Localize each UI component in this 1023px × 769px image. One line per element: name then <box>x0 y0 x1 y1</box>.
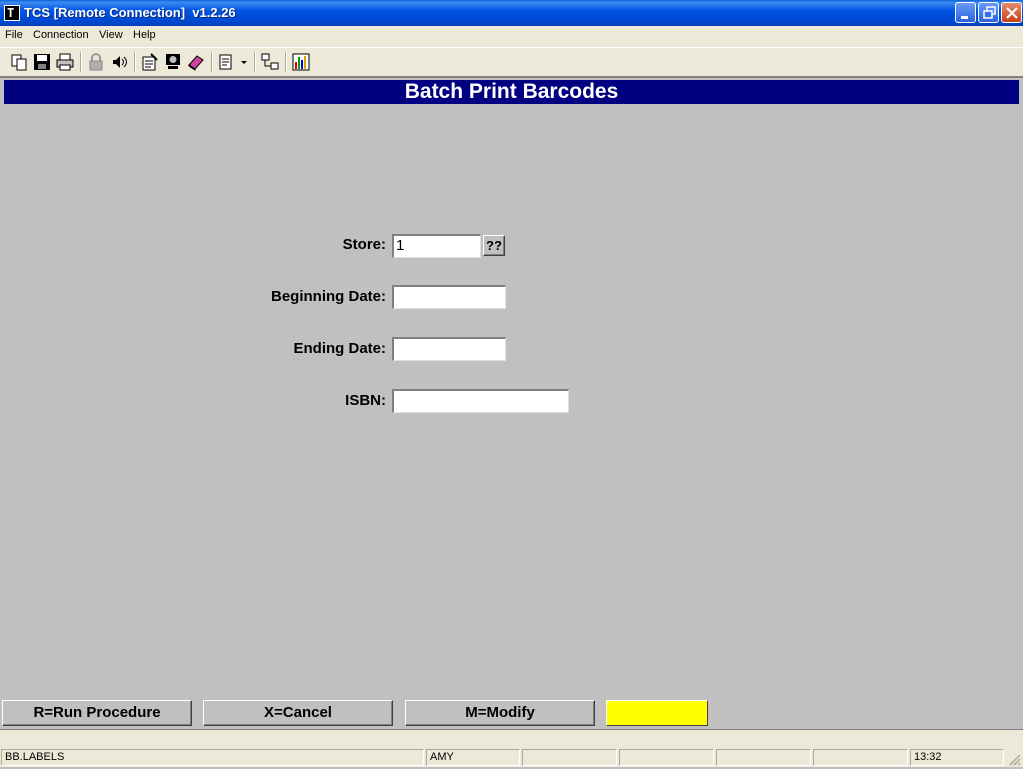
store-lookup-button[interactable]: ?? <box>483 235 505 256</box>
toolbar-separator <box>285 52 287 72</box>
title-bar[interactable]: T TCS [Remote Connection] v1.2.26 <box>0 0 1023 26</box>
resize-grip-icon[interactable] <box>1006 751 1021 766</box>
print-icon[interactable] <box>54 51 76 73</box>
status-indicator <box>606 700 708 726</box>
restore-icon <box>983 6 996 19</box>
ending-date-label: Ending Date: <box>293 340 387 357</box>
terminal-icon[interactable]: T <box>4 5 20 21</box>
properties-icon[interactable] <box>139 51 161 73</box>
page-title: Batch Print Barcodes <box>4 80 1019 104</box>
monitor-icon[interactable] <box>162 51 184 73</box>
sound-icon[interactable] <box>108 51 130 73</box>
menu-file[interactable]: File <box>5 29 23 41</box>
store-field[interactable]: 1 <box>392 234 481 258</box>
status-cell <box>522 749 617 766</box>
isbn-field[interactable] <box>392 389 569 413</box>
beginning-date-label: Beginning Date: <box>271 288 386 305</box>
message-line <box>0 729 1023 749</box>
restore-button[interactable] <box>978 2 999 23</box>
status-cell <box>619 749 714 766</box>
store-label: Store: <box>342 236 386 253</box>
close-button[interactable] <box>1001 2 1022 23</box>
close-icon <box>1006 7 1018 19</box>
book-icon[interactable] <box>185 51 207 73</box>
status-bar: BB.LABELS AMY 13:32 <box>0 748 1023 767</box>
minimize-button[interactable] <box>955 2 976 23</box>
status-cell <box>813 749 908 766</box>
menu-connection[interactable]: Connection <box>33 29 89 41</box>
status-cell <box>716 749 811 766</box>
menu-bar: File Connection View Help <box>0 26 1023 46</box>
toolbar-separator <box>254 52 256 72</box>
menu-view[interactable]: View <box>99 29 123 41</box>
toolbar-separator <box>211 52 213 72</box>
run-procedure-button[interactable]: R=Run Procedure <box>2 700 192 726</box>
cancel-button[interactable]: X=Cancel <box>203 700 393 726</box>
status-user: AMY <box>426 749 520 766</box>
page-dropdown-icon[interactable] <box>216 51 247 73</box>
application-window: T TCS [Remote Connection] v1.2.26 File C… <box>0 0 1023 767</box>
menu-help[interactable]: Help <box>133 29 156 41</box>
lock-icon[interactable] <box>85 51 107 73</box>
toolbar-separator <box>80 52 82 72</box>
window-title: TCS [Remote Connection] v1.2.26 <box>24 5 236 20</box>
network-icon[interactable] <box>259 51 281 73</box>
status-program: BB.LABELS <box>1 749 424 766</box>
save-icon[interactable] <box>31 51 53 73</box>
beginning-date-field[interactable] <box>392 285 506 309</box>
ending-date-field[interactable] <box>392 337 506 361</box>
modify-button[interactable]: M=Modify <box>405 700 595 726</box>
chart-icon[interactable] <box>290 51 312 73</box>
toolbar-separator <box>134 52 136 72</box>
minimize-icon <box>961 16 968 19</box>
status-time: 13:32 <box>910 749 1004 766</box>
isbn-label: ISBN: <box>345 392 386 409</box>
copy-icon[interactable] <box>8 51 30 73</box>
toolbar <box>0 47 1023 75</box>
form-area: Batch Print Barcodes Store: 1 ?? Beginni… <box>0 76 1023 749</box>
